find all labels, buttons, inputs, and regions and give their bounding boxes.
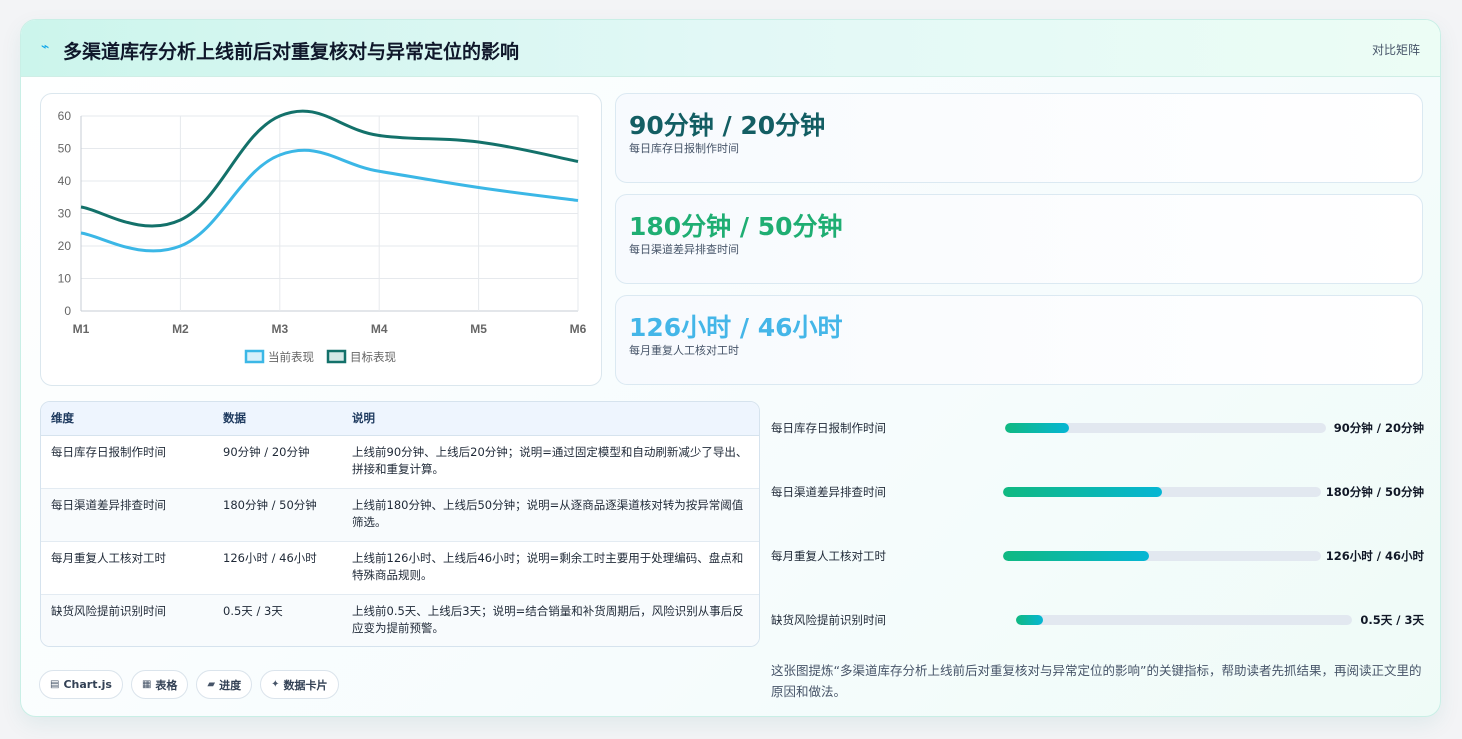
x-tick-label: M4 — [371, 322, 388, 336]
metric-card-report-time: 90分钟 / 20分钟 每日库存日报制作时间 — [615, 93, 1423, 183]
y-tick-label: 10 — [58, 272, 72, 286]
y-tick-label: 20 — [58, 239, 72, 253]
x-tick-label: M5 — [470, 322, 487, 336]
table-row: 缺货风险提前识别时间 0.5天 / 3天 上线前0.5天、上线后3天；说明=结合… — [41, 594, 759, 646]
progress-label: 缺货风险提前识别时间 — [771, 613, 886, 627]
progress-fill — [1016, 615, 1043, 625]
column-header: 说明 — [342, 402, 759, 436]
progress-value: 90分钟 / 20分钟 — [1333, 421, 1424, 435]
progress-value: 0.5天 / 3天 — [1360, 613, 1424, 627]
metric-value: 90分钟 / 20分钟 — [629, 111, 826, 140]
metric-card-manual-hours: 126小时 / 46小时 每月重复人工核对工时 — [615, 295, 1423, 385]
sparkle-icon: ✦ — [271, 679, 280, 690]
table-icon: ▦ — [141, 679, 152, 690]
cell-dimension: 每日库存日报制作时间 — [41, 435, 213, 489]
x-tick-label: M2 — [172, 322, 189, 336]
column-header: 维度 — [41, 402, 213, 436]
header-bar: ⌁ 多渠道库存分析上线前后对重复核对与异常定位的影响 对比矩阵 — [21, 20, 1440, 77]
dashboard-card: ⌁ 多渠道库存分析上线前后对重复核对与异常定位的影响 对比矩阵 0 10 20 30 4… — [20, 19, 1441, 717]
progress-track — [1005, 423, 1326, 433]
legend-label: 目标表现 — [350, 350, 396, 364]
table-row: 每日渠道差异排查时间 180分钟 / 50分钟 上线前180分钟、上线后50分钟… — [41, 488, 759, 542]
line-chart: 0 10 20 30 40 50 60 M1 M2 M3 M4 M5 M6 当前表现 目标表现 — [40, 93, 602, 386]
tag-data-cards[interactable]: ✦ 数据卡片 — [260, 670, 339, 699]
progress-label: 每日库存日报制作时间 — [771, 421, 886, 435]
progress-fill — [1003, 551, 1150, 561]
x-tick-label: M6 — [570, 322, 587, 336]
progress-row: 每日库存日报制作时间 90分钟 / 20分钟 — [771, 418, 1427, 438]
cell-dimension: 每月重复人工核对工时 — [41, 541, 213, 595]
cell-note: 上线前90分钟、上线后20分钟；说明=通过固定模型和自动刷新减少了导出、拼接和重… — [342, 435, 759, 489]
cell-dimension: 缺货风险提前识别时间 — [51, 603, 166, 618]
cell-note: 上线前0.5天、上线后3天；说明=结合销量和补货周期后，风险识别从事后反应变为提… — [352, 603, 744, 635]
cell-data: 0.5天 / 3天 — [223, 603, 283, 618]
metric-label: 每日库存日报制作时间 — [629, 142, 739, 155]
progress-value: 180分钟 / 50分钟 — [1325, 485, 1424, 499]
metric-label: 每日渠道差异排查时间 — [629, 243, 739, 256]
progress-track — [1016, 615, 1352, 625]
progress-track — [1003, 551, 1321, 561]
metric-value: 126小时 / 46小时 — [629, 313, 843, 342]
legend-label: 当前表现 — [268, 350, 314, 364]
progress-fill — [1003, 487, 1162, 497]
tag-progress[interactable]: ▰ 进度 — [196, 670, 253, 699]
metric-value: 180分钟 / 50分钟 — [629, 212, 843, 241]
mode-label: 对比矩阵 — [1371, 43, 1420, 57]
tag-table[interactable]: ▦ 表格 — [130, 670, 189, 699]
bolt-icon: ⌁ — [41, 39, 50, 55]
line-chart-svg: 0 10 20 30 40 50 60 M1 M2 M3 M4 M5 M6 当前表现 目标表现 — [58, 109, 587, 364]
tag-chartjs[interactable]: ▤ Chart.js — [39, 670, 123, 699]
x-tick-label: M1 — [73, 322, 90, 336]
progress-row: 每日渠道差异排查时间 180分钟 / 50分钟 — [771, 482, 1427, 502]
progress-track — [1003, 487, 1321, 497]
tag-label: Chart.js — [63, 678, 112, 691]
chart-icon: ▤ — [50, 679, 60, 690]
progress-row: 缺货风险提前识别时间 0.5天 / 3天 — [771, 610, 1427, 630]
cell-note: 上线前126小时、上线后46小时；说明=剩余工时主要用于处理编码、盘点和特殊商品… — [342, 541, 759, 595]
column-header: 数据 — [213, 402, 342, 436]
progress-row: 每月重复人工核对工时 126小时 / 46小时 — [771, 546, 1427, 566]
legend-swatch — [244, 349, 265, 364]
progress-label: 每月重复人工核对工时 — [771, 549, 886, 563]
y-tick-label: 50 — [58, 142, 72, 156]
summary-text: 这张图提炼“多渠道库存分析上线前后对重复核对与异常定位的影响”的关键指标，帮助读… — [771, 663, 1422, 699]
comparison-table: 维度 数据 说明 每日库存日报制作时间 90分钟 / 20分钟 上线前90分钟、… — [40, 401, 760, 647]
series-line-2 — [80, 109, 579, 228]
tag-label: 表格 — [155, 678, 178, 692]
y-tick-label: 0 — [64, 304, 71, 318]
progress-fill — [1005, 423, 1070, 433]
x-tick-label: M3 — [271, 322, 288, 336]
series-line-1 — [80, 148, 579, 253]
cell-dimension: 每日渠道差异排查时间 — [41, 488, 213, 542]
cell-data: 126小时 / 46小时 — [213, 541, 342, 595]
cell-data: 180分钟 / 50分钟 — [213, 488, 342, 542]
tag-label: 数据卡片 — [283, 678, 328, 692]
table-row: 每日库存日报制作时间 90分钟 / 20分钟 上线前90分钟、上线后20分钟；说… — [41, 435, 759, 489]
y-tick-label: 40 — [58, 174, 72, 188]
metric-label: 每月重复人工核对工时 — [629, 344, 739, 357]
progress-label: 每日渠道差异排查时间 — [771, 485, 886, 499]
progress-value: 126小时 / 46小时 — [1325, 549, 1424, 563]
table-row: 每月重复人工核对工时 126小时 / 46小时 上线前126小时、上线后46小时… — [41, 541, 759, 595]
y-tick-label: 60 — [58, 109, 72, 123]
cell-note: 上线前180分钟、上线后50分钟；说明=从逐商品逐渠道核对转为按异常阈值筛选。 — [342, 488, 759, 542]
tag-list: ▤ Chart.js ▦ 表格 ▰ 进度 ✦ 数据卡片 — [39, 670, 339, 699]
tag-label: 进度 — [219, 678, 242, 692]
legend-swatch — [326, 349, 347, 364]
cell-data: 90分钟 / 20分钟 — [213, 435, 342, 489]
y-tick-label: 30 — [58, 207, 72, 221]
metric-card-diff-check-time: 180分钟 / 50分钟 每日渠道差异排查时间 — [615, 194, 1423, 284]
table-header-row: 维度 数据 说明 — [41, 402, 759, 436]
progress-icon: ▰ — [207, 679, 216, 690]
page-title: 多渠道库存分析上线前后对重复核对与异常定位的影响 — [63, 41, 520, 63]
